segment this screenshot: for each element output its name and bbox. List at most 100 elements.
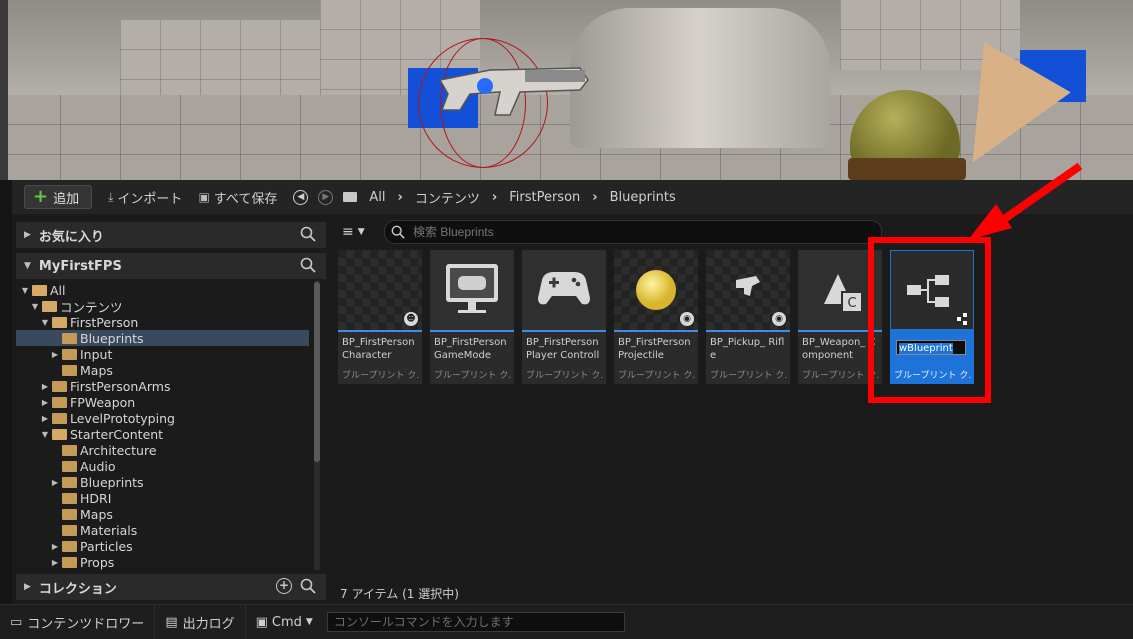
tree-label: Input bbox=[80, 346, 113, 362]
tree-item-starter-maps[interactable]: Maps bbox=[16, 506, 343, 522]
tree-item-props[interactable]: ▶ Props bbox=[16, 554, 343, 570]
tree-item-content[interactable]: ▼ コンテンツ bbox=[16, 298, 323, 315]
breadcrumb-firstperson[interactable]: FirstPerson bbox=[509, 190, 580, 205]
tree-item-startercontent[interactable]: ▼ StarterContent bbox=[16, 426, 333, 442]
expand-arrow-icon[interactable]: ▶ bbox=[50, 350, 60, 359]
breadcrumb-separator-icon[interactable]: › bbox=[397, 190, 402, 205]
search-icon[interactable] bbox=[300, 578, 316, 594]
tree-item-hdri[interactable]: HDRI bbox=[16, 490, 343, 506]
tree-item-architecture[interactable]: Architecture bbox=[16, 442, 343, 458]
cmd-dropdown[interactable]: ▣ Cmd ▼ bbox=[246, 615, 323, 630]
breadcrumb-separator-icon[interactable]: › bbox=[592, 190, 597, 205]
add-collection-icon[interactable]: + bbox=[276, 578, 292, 594]
folder-icon bbox=[52, 380, 67, 392]
tree-label: FirstPerson bbox=[70, 314, 139, 330]
asset-tile[interactable]: ◉ BP_Pickup_ Rifle ブループリント ク... bbox=[706, 250, 790, 384]
folder-icon bbox=[62, 540, 77, 552]
folder-icon bbox=[343, 192, 358, 202]
console-input[interactable]: コンソールコマンドを入力します bbox=[326, 612, 625, 632]
folder-icon bbox=[62, 492, 77, 504]
terminal-icon: ▣ bbox=[255, 614, 268, 630]
tree-item-maps[interactable]: Maps bbox=[16, 362, 343, 378]
item-count: 7 アイテム (1 選択中) bbox=[340, 587, 459, 601]
tree-item-input[interactable]: ▶ Input bbox=[16, 346, 343, 362]
tree-label: Audio bbox=[80, 458, 116, 474]
favorites-label: お気に入り bbox=[38, 229, 104, 245]
output-log-button[interactable]: ▤ 出力ログ bbox=[155, 605, 246, 639]
expand-arrow-icon[interactable]: ▶ bbox=[40, 414, 50, 423]
expand-arrow-icon[interactable]: ▶ bbox=[24, 582, 31, 592]
breadcrumb-separator-icon[interactable]: › bbox=[492, 190, 497, 205]
expand-arrow-icon[interactable]: ▶ bbox=[40, 398, 50, 407]
tree-item-starter-blueprints[interactable]: ▶ Blueprints bbox=[16, 474, 343, 490]
folder-open-icon bbox=[32, 284, 47, 296]
search-input[interactable] bbox=[411, 224, 835, 240]
asset-type: ブループリント ク... bbox=[618, 371, 696, 381]
forward-icon[interactable]: ▶ bbox=[318, 189, 334, 205]
tree-item-fpweapon[interactable]: ▶ FPWeapon bbox=[16, 394, 333, 410]
asset-tile[interactable]: ◉ BP_FirstPerson Projectile ブループリント ク... bbox=[614, 250, 698, 384]
add-button[interactable]: + 追加 bbox=[24, 185, 93, 209]
filter-icon: ≡ bbox=[342, 224, 354, 240]
tree-scrollbar-thumb[interactable] bbox=[314, 282, 320, 462]
filter-button[interactable]: ≡ ▼ bbox=[342, 224, 365, 240]
asset-tile[interactable]: BP_FirstPerson GameMode ブループリント ク... bbox=[430, 250, 514, 384]
highlight-box bbox=[868, 237, 991, 403]
tree-label: Architecture bbox=[80, 442, 157, 458]
content-drawer-button[interactable]: ▭ コンテンツドロワー bbox=[0, 605, 156, 639]
expand-arrow-icon[interactable]: ▶ bbox=[50, 558, 60, 567]
asset-tile[interactable]: BP_FirstPerson Player Controller ブループリント… bbox=[522, 250, 606, 384]
expand-arrow-icon[interactable]: ▶ bbox=[50, 478, 60, 487]
tree-item-firstperson[interactable]: ▼ FirstPerson bbox=[16, 314, 333, 330]
tree-item-audio[interactable]: Audio bbox=[16, 458, 343, 474]
tree-label: LevelPrototyping bbox=[70, 410, 175, 426]
content-toolbar: + 追加 ⤓ インポート ▣ すべて保存 ◀ ▶ All › コンテンツ › F… bbox=[12, 180, 1133, 214]
import-button[interactable]: ⤓ インポート bbox=[108, 188, 182, 207]
gamepad-icon bbox=[538, 272, 590, 305]
project-label: MyFirstFPS bbox=[38, 258, 122, 274]
expand-arrow-icon[interactable]: ▶ bbox=[24, 230, 31, 240]
expand-arrow-icon[interactable]: ▶ bbox=[40, 382, 50, 391]
breadcrumb-blueprints[interactable]: Blueprints bbox=[610, 190, 676, 205]
tree-item-blueprints[interactable]: Blueprints bbox=[16, 330, 309, 346]
asset-tile[interactable]: ☻ BP_FirstPerson Character ブループリント ク... bbox=[338, 250, 422, 384]
tree-item-levelprototyping[interactable]: ▶ LevelPrototyping bbox=[16, 410, 333, 426]
folder-open-icon bbox=[42, 300, 57, 312]
asset-type-bar bbox=[706, 330, 790, 332]
content-drawer-label: コンテンツドロワー bbox=[27, 616, 145, 632]
folder-icon bbox=[62, 524, 77, 536]
asset-thumbnail bbox=[522, 250, 606, 330]
log-icon: ▤ bbox=[165, 614, 178, 630]
tree-label: Blueprints bbox=[80, 474, 144, 490]
level-viewport[interactable] bbox=[0, 0, 1133, 180]
asset-name: BP_FirstPerson Player Controller bbox=[526, 337, 600, 364]
save-icon: ▣ bbox=[198, 190, 210, 204]
tree-item-firstpersonarms[interactable]: ▶ FirstPersonArms bbox=[16, 378, 333, 394]
tree-item-particles[interactable]: ▶ Particles bbox=[16, 538, 343, 554]
plus-icon: + bbox=[33, 186, 49, 207]
collapse-arrow-icon[interactable]: ▼ bbox=[24, 261, 31, 271]
drawer-icon: ▭ bbox=[10, 614, 23, 630]
search-icon[interactable] bbox=[300, 226, 316, 242]
cmd-label: Cmd bbox=[271, 614, 302, 630]
collapse-arrow-icon[interactable]: ▼ bbox=[30, 302, 40, 311]
back-icon[interactable]: ◀ bbox=[293, 189, 309, 205]
tree-item-materials[interactable]: Materials bbox=[16, 522, 343, 538]
asset-search[interactable] bbox=[384, 220, 882, 244]
breadcrumb-all[interactable]: All bbox=[369, 190, 385, 205]
search-icon bbox=[391, 225, 405, 239]
collapse-arrow-icon[interactable]: ▼ bbox=[40, 318, 50, 327]
save-all-button[interactable]: ▣ すべて保存 bbox=[198, 188, 277, 207]
expand-arrow-icon[interactable]: ▶ bbox=[50, 542, 60, 551]
folder-open-icon bbox=[52, 428, 67, 440]
collapse-arrow-icon[interactable]: ▼ bbox=[40, 430, 50, 439]
project-header[interactable]: ▼ MyFirstFPS bbox=[16, 253, 326, 279]
favorites-header[interactable]: ▶ お気に入り bbox=[16, 222, 326, 248]
rifle-mesh[interactable] bbox=[430, 60, 590, 120]
breadcrumb-content[interactable]: コンテンツ bbox=[415, 188, 480, 207]
search-icon[interactable] bbox=[300, 257, 316, 273]
folder-icon bbox=[62, 460, 77, 472]
collections-header[interactable]: ▶ コレクション + bbox=[16, 574, 326, 600]
collapse-arrow-icon[interactable]: ▼ bbox=[20, 286, 30, 295]
import-icon: ⤓ bbox=[108, 189, 114, 204]
